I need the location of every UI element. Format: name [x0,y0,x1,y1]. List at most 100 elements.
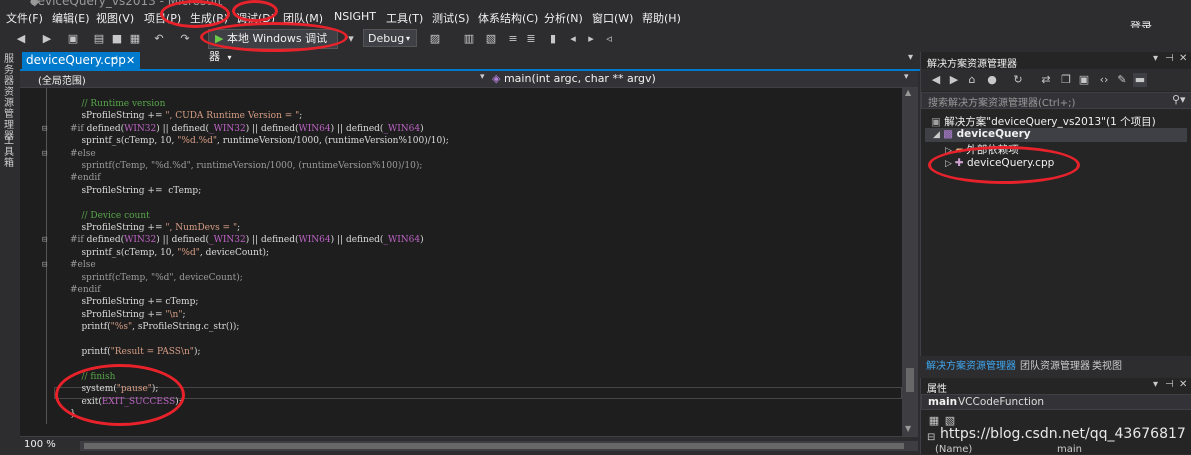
properties-icon[interactable]: ▧ [484,32,498,46]
forward-icon[interactable]: ▶ [947,73,961,87]
code-line[interactable]: sprintf_s(cTemp, 10, "%d", deviceCount); [70,247,269,259]
collapse-icon[interactable]: ▣ [1077,73,1091,87]
redo-icon[interactable]: ↷ [178,32,192,46]
code-line[interactable]: // Device count [70,210,149,222]
scroll-down-icon[interactable]: ▼ [905,424,911,433]
search-icon[interactable]: ⚲▾ [1172,93,1186,106]
pin-icon[interactable]: ⊣ [1165,53,1174,64]
group-expand-icon[interactable]: ⊟ [927,432,935,443]
menu-view[interactable]: 视图(V) [96,10,134,26]
property-value[interactable]: main [1057,444,1082,455]
back-icon[interactable]: ◀ [929,73,943,87]
clear-bookmarks-icon[interactable]: ◃ [602,32,616,46]
bookmark-icon[interactable]: ▮ [546,32,560,46]
menu-nsight[interactable]: NSIGHT [334,10,376,23]
code-icon[interactable]: ‹› [1097,73,1111,87]
chevron-down-icon[interactable]: ▾ [1153,379,1158,390]
menu-window[interactable]: 窗口(W) [592,10,633,26]
tab-devicequery-cpp[interactable]: deviceQuery.cpp ⊣ ✕ [22,52,140,69]
code-line[interactable]: sProfileString += cTemp; [70,185,201,197]
code-line[interactable]: #endif [70,284,101,296]
forward-icon[interactable]: ▶ [40,32,54,46]
close-icon[interactable]: ✕ [1179,53,1187,64]
fold-toggle[interactable]: ⊟ [42,234,47,246]
code-line[interactable]: sProfileString += "\n"; [70,309,185,321]
prev-bookmark-icon[interactable]: ◂ [566,32,580,46]
globe-icon[interactable]: ● [985,73,999,87]
chevron-down-icon[interactable]: ▾ [1153,53,1158,64]
undo-icon[interactable]: ↶ [152,32,166,46]
zoom-select[interactable]: 100 % [24,439,56,450]
wrench-icon[interactable]: ✎ [1115,73,1129,87]
scroll-thumb[interactable] [906,368,914,392]
code-line[interactable]: #else [70,148,96,160]
pin-icon[interactable]: ⊣ [110,52,118,69]
tab-class-view[interactable]: 类视图 [1092,357,1122,372]
menu-edit[interactable]: 编辑(E) [52,10,90,26]
chevron-down-icon[interactable]: ▾ [480,72,485,82]
preview-icon[interactable]: ▬ [1133,73,1147,87]
code-line[interactable]: sprintf(cTemp, "%d", deviceCount); [70,272,242,284]
code-token: #else [70,148,96,159]
tree-solution[interactable]: ▣ 解决方案"deviceQuery_vs2013"(1 个项目) [931,114,1156,129]
code-line[interactable]: sprintf_s(cTemp, 10, "%d.%d", runtimeVer… [70,135,448,147]
solution-explorer-panel: 解决方案资源管理器 ▾ ⊣ ✕ ◀ ▶ ⌂ ● ↻ ⇄ ❐ ▣ ‹› ✎ ▬ 搜… [920,52,1191,370]
horizontal-scrollbar[interactable] [80,441,918,451]
find-icon[interactable]: ▨ [428,32,442,46]
sync-icon[interactable]: ⇄ [1039,73,1053,87]
vertical-scrollbar[interactable]: ▲ ▼ [902,88,918,436]
scope-select[interactable]: (全局范围) [38,72,86,87]
close-icon[interactable]: ✕ [1179,379,1187,390]
fold-toggle[interactable]: ⊟ [42,148,47,160]
solution-search-input[interactable]: 搜索解决方案资源管理器(Ctrl+;) ⚲▾ [921,92,1191,109]
tab-solution-explorer[interactable]: 解决方案资源管理器 [926,357,1016,372]
tab-team-explorer[interactable]: 团队资源管理器 [1020,357,1090,372]
menu-test[interactable]: 测试(S) [432,10,470,26]
home-icon[interactable]: ⌂ [965,73,979,87]
history-icon[interactable]: ↻ [1011,73,1025,87]
scroll-thumb[interactable] [84,443,904,449]
code-line[interactable]: #endif [70,172,101,184]
save-all-icon[interactable]: ▦ [128,32,142,46]
outdent-icon[interactable]: ≣ [524,32,538,46]
code-line[interactable]: printf("Result = PASS\n"); [70,346,200,358]
open-file-icon[interactable]: ▤ [92,32,106,46]
next-bookmark-icon[interactable]: ▸ [584,32,598,46]
fold-toggle[interactable]: ⊟ [42,259,47,271]
function-select[interactable]: ◈ main(int argc, char ** argv) [492,72,656,85]
tab-list-chevron-icon[interactable]: ▾ [908,52,913,63]
layout-icon[interactable]: ▥ [462,32,476,46]
code-line[interactable]: sProfileString += ", NumDevs = "; [70,222,240,234]
configuration-select[interactable]: Debug ▾ [363,29,417,47]
code-line[interactable]: #if defined(WIN32) || defined(_WIN32) ||… [70,123,424,135]
chevron-down-icon[interactable]: ▾ [904,72,909,82]
copy-icon[interactable]: ❐ [1059,73,1073,87]
menu-help[interactable]: 帮助(H) [642,10,681,26]
expanded-arrow-icon[interactable]: ◢ [933,130,943,140]
code-line[interactable]: sProfileString += cTemp; [70,296,198,308]
code-line[interactable]: #else [70,259,96,271]
tree-project[interactable]: ◢ ▩ deviceQuery [933,128,1031,140]
properties-object-select[interactable]: main VCCodeFunction [921,394,1191,410]
menu-architecture[interactable]: 体系结构(C) [478,10,538,26]
back-icon[interactable]: ◀ [14,32,28,46]
fold-toggle[interactable]: ⊟ [42,123,47,135]
categorized-icon[interactable]: ▦ [927,414,941,428]
code-line[interactable]: printf("%s", sProfileString.c_str()); [70,321,239,333]
menu-tools[interactable]: 工具(T) [386,10,423,26]
menu-file[interactable]: 文件(F) [6,10,43,26]
code-line[interactable]: #if defined(WIN32) || defined(_WIN32) ||… [70,234,424,246]
code-line[interactable]: sprintf(cTemp, "%d.%d", runtimeVersion/1… [70,160,422,172]
indent-icon[interactable]: ≡ [506,32,520,46]
save-icon[interactable]: ■ [110,32,124,46]
scroll-up-icon[interactable]: ▲ [905,88,911,97]
new-project-icon[interactable]: ▣ [66,32,80,46]
menu-analyze[interactable]: 分析(N) [544,10,583,26]
code-token: ) [420,123,424,134]
close-icon[interactable]: ✕ [126,52,135,69]
pin-icon[interactable]: ⊣ [1165,379,1174,390]
toolbox-tab[interactable]: 工具箱 [4,136,16,169]
code-line[interactable]: // Runtime version [70,98,165,110]
code-line[interactable]: sProfileString += ", CUDA Runtime Versio… [70,110,302,122]
server-explorer-tab[interactable]: 服务器资源管理器 [4,54,16,142]
